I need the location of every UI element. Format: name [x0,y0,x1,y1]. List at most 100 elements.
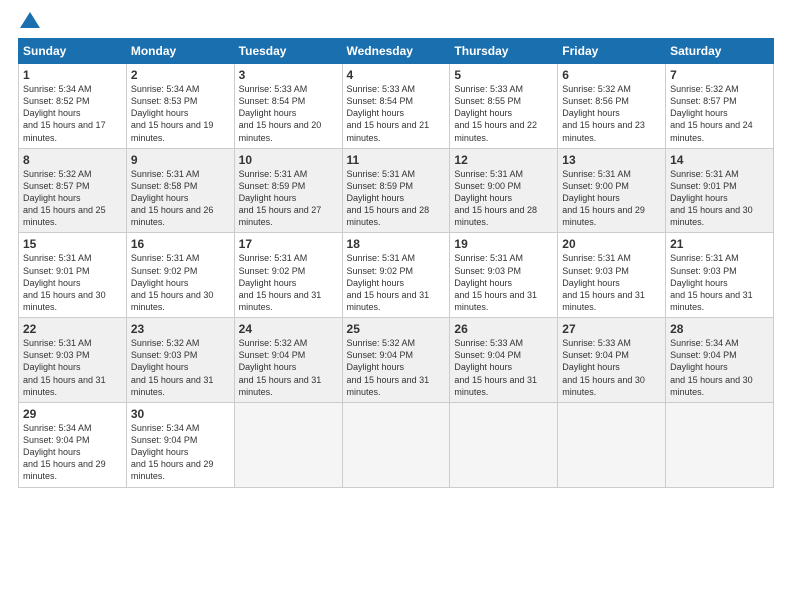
day-info: Sunrise: 5:32 AMSunset: 8:57 PMDaylight … [23,168,122,229]
day-number: 15 [23,237,122,251]
day-number: 27 [562,322,661,336]
day-info: Sunrise: 5:33 AMSunset: 9:04 PMDaylight … [454,337,553,398]
calendar-cell: 20 Sunrise: 5:31 AMSunset: 9:03 PMDaylig… [558,233,666,318]
day-number: 11 [347,153,446,167]
calendar-cell: 25 Sunrise: 5:32 AMSunset: 9:04 PMDaylig… [342,318,450,403]
day-number: 8 [23,153,122,167]
day-info: Sunrise: 5:32 AMSunset: 8:56 PMDaylight … [562,83,661,144]
calendar-cell: 27 Sunrise: 5:33 AMSunset: 9:04 PMDaylig… [558,318,666,403]
calendar-week-5: 29 Sunrise: 5:34 AMSunset: 9:04 PMDaylig… [19,402,774,487]
day-info: Sunrise: 5:31 AMSunset: 9:02 PMDaylight … [347,252,446,313]
day-info: Sunrise: 5:31 AMSunset: 8:59 PMDaylight … [239,168,338,229]
day-number: 4 [347,68,446,82]
calendar-cell: 22 Sunrise: 5:31 AMSunset: 9:03 PMDaylig… [19,318,127,403]
day-number: 20 [562,237,661,251]
calendar-cell: 18 Sunrise: 5:31 AMSunset: 9:02 PMDaylig… [342,233,450,318]
calendar-header-tuesday: Tuesday [234,39,342,64]
day-number: 21 [670,237,769,251]
calendar-header-monday: Monday [126,39,234,64]
day-info: Sunrise: 5:31 AMSunset: 8:59 PMDaylight … [347,168,446,229]
day-info: Sunrise: 5:34 AMSunset: 8:52 PMDaylight … [23,83,122,144]
day-number: 10 [239,153,338,167]
day-info: Sunrise: 5:34 AMSunset: 9:04 PMDaylight … [131,422,230,483]
day-number: 16 [131,237,230,251]
logo [18,16,40,28]
header [18,16,774,28]
calendar-cell: 21 Sunrise: 5:31 AMSunset: 9:03 PMDaylig… [666,233,774,318]
day-info: Sunrise: 5:31 AMSunset: 9:02 PMDaylight … [239,252,338,313]
day-number: 29 [23,407,122,421]
calendar-header-sunday: Sunday [19,39,127,64]
day-number: 24 [239,322,338,336]
day-info: Sunrise: 5:34 AMSunset: 8:53 PMDaylight … [131,83,230,144]
calendar-header-row: SundayMondayTuesdayWednesdayThursdayFrid… [19,39,774,64]
calendar-cell: 6 Sunrise: 5:32 AMSunset: 8:56 PMDayligh… [558,64,666,149]
day-number: 28 [670,322,769,336]
calendar-cell: 19 Sunrise: 5:31 AMSunset: 9:03 PMDaylig… [450,233,558,318]
day-info: Sunrise: 5:32 AMSunset: 8:57 PMDaylight … [670,83,769,144]
calendar-cell: 23 Sunrise: 5:32 AMSunset: 9:03 PMDaylig… [126,318,234,403]
day-info: Sunrise: 5:34 AMSunset: 9:04 PMDaylight … [670,337,769,398]
calendar-cell: 5 Sunrise: 5:33 AMSunset: 8:55 PMDayligh… [450,64,558,149]
day-info: Sunrise: 5:31 AMSunset: 9:03 PMDaylight … [23,337,122,398]
day-info: Sunrise: 5:31 AMSunset: 9:02 PMDaylight … [131,252,230,313]
day-number: 14 [670,153,769,167]
calendar-cell: 7 Sunrise: 5:32 AMSunset: 8:57 PMDayligh… [666,64,774,149]
calendar-cell: 30 Sunrise: 5:34 AMSunset: 9:04 PMDaylig… [126,402,234,487]
calendar-cell: 16 Sunrise: 5:31 AMSunset: 9:02 PMDaylig… [126,233,234,318]
day-number: 23 [131,322,230,336]
day-info: Sunrise: 5:32 AMSunset: 9:04 PMDaylight … [239,337,338,398]
day-number: 9 [131,153,230,167]
calendar-cell [666,402,774,487]
day-info: Sunrise: 5:31 AMSunset: 9:00 PMDaylight … [562,168,661,229]
day-number: 13 [562,153,661,167]
calendar-header-friday: Friday [558,39,666,64]
calendar-cell [558,402,666,487]
day-number: 18 [347,237,446,251]
calendar-week-2: 8 Sunrise: 5:32 AMSunset: 8:57 PMDayligh… [19,148,774,233]
calendar-cell: 1 Sunrise: 5:34 AMSunset: 8:52 PMDayligh… [19,64,127,149]
calendar-header-thursday: Thursday [450,39,558,64]
page: SundayMondayTuesdayWednesdayThursdayFrid… [0,0,792,612]
calendar-cell: 10 Sunrise: 5:31 AMSunset: 8:59 PMDaylig… [234,148,342,233]
calendar-cell: 14 Sunrise: 5:31 AMSunset: 9:01 PMDaylig… [666,148,774,233]
day-info: Sunrise: 5:34 AMSunset: 9:04 PMDaylight … [23,422,122,483]
calendar-cell [450,402,558,487]
calendar-cell: 29 Sunrise: 5:34 AMSunset: 9:04 PMDaylig… [19,402,127,487]
calendar-cell: 11 Sunrise: 5:31 AMSunset: 8:59 PMDaylig… [342,148,450,233]
day-info: Sunrise: 5:33 AMSunset: 8:54 PMDaylight … [347,83,446,144]
calendar-cell [342,402,450,487]
day-info: Sunrise: 5:31 AMSunset: 9:00 PMDaylight … [454,168,553,229]
calendar-header-wednesday: Wednesday [342,39,450,64]
calendar-cell: 26 Sunrise: 5:33 AMSunset: 9:04 PMDaylig… [450,318,558,403]
day-number: 25 [347,322,446,336]
day-info: Sunrise: 5:31 AMSunset: 9:03 PMDaylight … [454,252,553,313]
calendar-header-saturday: Saturday [666,39,774,64]
day-info: Sunrise: 5:31 AMSunset: 9:01 PMDaylight … [670,168,769,229]
calendar-cell: 13 Sunrise: 5:31 AMSunset: 9:00 PMDaylig… [558,148,666,233]
logo-triangle-icon [20,12,40,28]
day-number: 5 [454,68,553,82]
day-number: 22 [23,322,122,336]
day-number: 7 [670,68,769,82]
calendar-cell: 28 Sunrise: 5:34 AMSunset: 9:04 PMDaylig… [666,318,774,403]
day-number: 19 [454,237,553,251]
calendar-week-1: 1 Sunrise: 5:34 AMSunset: 8:52 PMDayligh… [19,64,774,149]
day-number: 3 [239,68,338,82]
calendar-cell: 12 Sunrise: 5:31 AMSunset: 9:00 PMDaylig… [450,148,558,233]
calendar-cell: 9 Sunrise: 5:31 AMSunset: 8:58 PMDayligh… [126,148,234,233]
day-info: Sunrise: 5:31 AMSunset: 9:03 PMDaylight … [562,252,661,313]
day-number: 30 [131,407,230,421]
day-info: Sunrise: 5:32 AMSunset: 9:04 PMDaylight … [347,337,446,398]
calendar-cell: 3 Sunrise: 5:33 AMSunset: 8:54 PMDayligh… [234,64,342,149]
calendar-cell: 17 Sunrise: 5:31 AMSunset: 9:02 PMDaylig… [234,233,342,318]
calendar-cell [234,402,342,487]
calendar-cell: 2 Sunrise: 5:34 AMSunset: 8:53 PMDayligh… [126,64,234,149]
calendar-week-4: 22 Sunrise: 5:31 AMSunset: 9:03 PMDaylig… [19,318,774,403]
day-info: Sunrise: 5:31 AMSunset: 9:01 PMDaylight … [23,252,122,313]
day-number: 2 [131,68,230,82]
day-number: 17 [239,237,338,251]
day-info: Sunrise: 5:33 AMSunset: 8:55 PMDaylight … [454,83,553,144]
calendar-cell: 4 Sunrise: 5:33 AMSunset: 8:54 PMDayligh… [342,64,450,149]
day-info: Sunrise: 5:32 AMSunset: 9:03 PMDaylight … [131,337,230,398]
